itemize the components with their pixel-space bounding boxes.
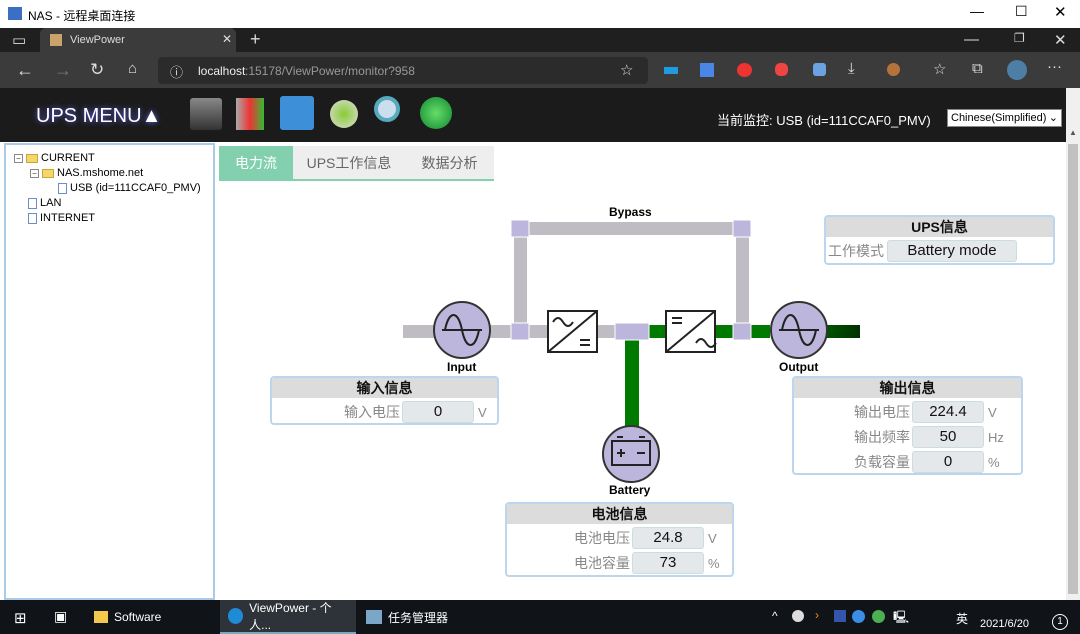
qbittorrent-icon[interactable] xyxy=(852,610,865,623)
input-info-title: 输入信息 xyxy=(272,378,497,398)
task-manager-icon xyxy=(366,610,382,624)
folder-icon xyxy=(94,611,108,623)
battery-capacity-label: 电池容量 xyxy=(574,555,630,571)
battery-line xyxy=(625,335,639,431)
unit: V xyxy=(708,530,717,546)
junction-node xyxy=(732,219,752,238)
battery-label: Battery xyxy=(609,483,651,497)
bypass-left-line xyxy=(514,228,527,332)
input-voltage-label: 输入电压 xyxy=(344,404,400,420)
windows-start-icon[interactable]: ⊞ xyxy=(14,609,27,627)
page-scrollbar[interactable]: ▲ xyxy=(1066,88,1080,600)
junction-node xyxy=(732,322,752,341)
output-voltage-value: 224.4 xyxy=(912,401,984,423)
rectifier-icon xyxy=(547,310,598,353)
ups-info-title: UPS信息 xyxy=(826,217,1053,237)
taskbar-item-viewpower[interactable]: ViewPower - 个人... xyxy=(220,600,356,634)
output-voltage-label: 输出电压 xyxy=(854,404,910,420)
scroll-up-icon[interactable]: ▲ xyxy=(1069,128,1077,137)
taskbar-item-task-manager[interactable]: 任务管理器 xyxy=(358,600,456,634)
task-view-icon[interactable]: ▣ xyxy=(54,608,67,625)
battery-info-box: 电池信息 电池电压 24.8 V 电池容量 73% xyxy=(505,502,734,577)
output-frequency-value: 50 xyxy=(912,426,984,448)
mode-value: Battery mode xyxy=(887,240,1017,262)
bypass-line xyxy=(512,222,750,235)
output-ac-icon xyxy=(770,301,828,359)
taskbar-label: ViewPower - 个人... xyxy=(249,601,332,632)
bypass-label: Bypass xyxy=(609,205,652,219)
load-value: 0 xyxy=(912,451,984,473)
battery-capacity-value: 73 xyxy=(632,552,704,574)
battery-voltage-label: 电池电压 xyxy=(574,530,630,546)
tray-overflow-icon[interactable]: ^ xyxy=(772,609,778,623)
battery-voltage-value: 24.8 xyxy=(632,527,704,549)
unit: V xyxy=(478,404,487,420)
bypass-right-line xyxy=(736,228,749,332)
clock-date[interactable]: 2021/6/20 xyxy=(980,618,1029,630)
unit: Hz xyxy=(988,429,1004,445)
output-label: Output xyxy=(779,360,819,374)
tray-app-icon[interactable]: › xyxy=(815,608,819,622)
battery-icon xyxy=(602,425,660,483)
ups-info-box: UPS信息 工作模式 Battery mode xyxy=(824,215,1055,265)
junction-node xyxy=(510,219,530,238)
mode-label: 工作模式 xyxy=(828,243,884,259)
notification-badge[interactable]: 1 xyxy=(1052,614,1068,630)
junction-node xyxy=(614,322,650,341)
tray-app-icon[interactable] xyxy=(792,610,804,622)
network-icon[interactable]: 🖳 xyxy=(893,608,909,629)
edge-icon xyxy=(228,608,244,624)
junction-node xyxy=(510,322,530,341)
tray-app-icon[interactable] xyxy=(834,610,846,622)
input-label: Input xyxy=(447,360,477,374)
battery-info-title: 电池信息 xyxy=(507,504,732,524)
input-voltage-value: 0 xyxy=(402,401,474,423)
output-frequency-label: 输出频率 xyxy=(854,429,910,445)
taskbar-item-software[interactable]: Software xyxy=(86,600,169,634)
output-info-title: 输出信息 xyxy=(794,378,1021,398)
taskbar-label: 任务管理器 xyxy=(388,610,449,625)
inverter-icon xyxy=(665,310,717,353)
scrollbar-thumb[interactable] xyxy=(1068,144,1078,594)
input-ac-icon xyxy=(433,301,491,359)
ime-indicator[interactable]: 英 xyxy=(956,610,968,627)
unit: % xyxy=(988,454,1000,470)
taskbar-label: Software xyxy=(114,610,162,624)
input-info-box: 输入信息 输入电压 0 V xyxy=(270,376,499,425)
unit: % xyxy=(708,555,720,571)
taskbar: ⊞ ▣ Software ViewPower - 个人... 任务管理器 ^ ›… xyxy=(0,600,1080,634)
output-info-box: 输出信息 输出电压 224.4 V 输出频率 50 Hz 负载容量 0% xyxy=(792,376,1023,475)
unit: V xyxy=(988,404,997,420)
load-label: 负载容量 xyxy=(854,454,910,470)
utorrent-icon[interactable] xyxy=(872,610,885,623)
